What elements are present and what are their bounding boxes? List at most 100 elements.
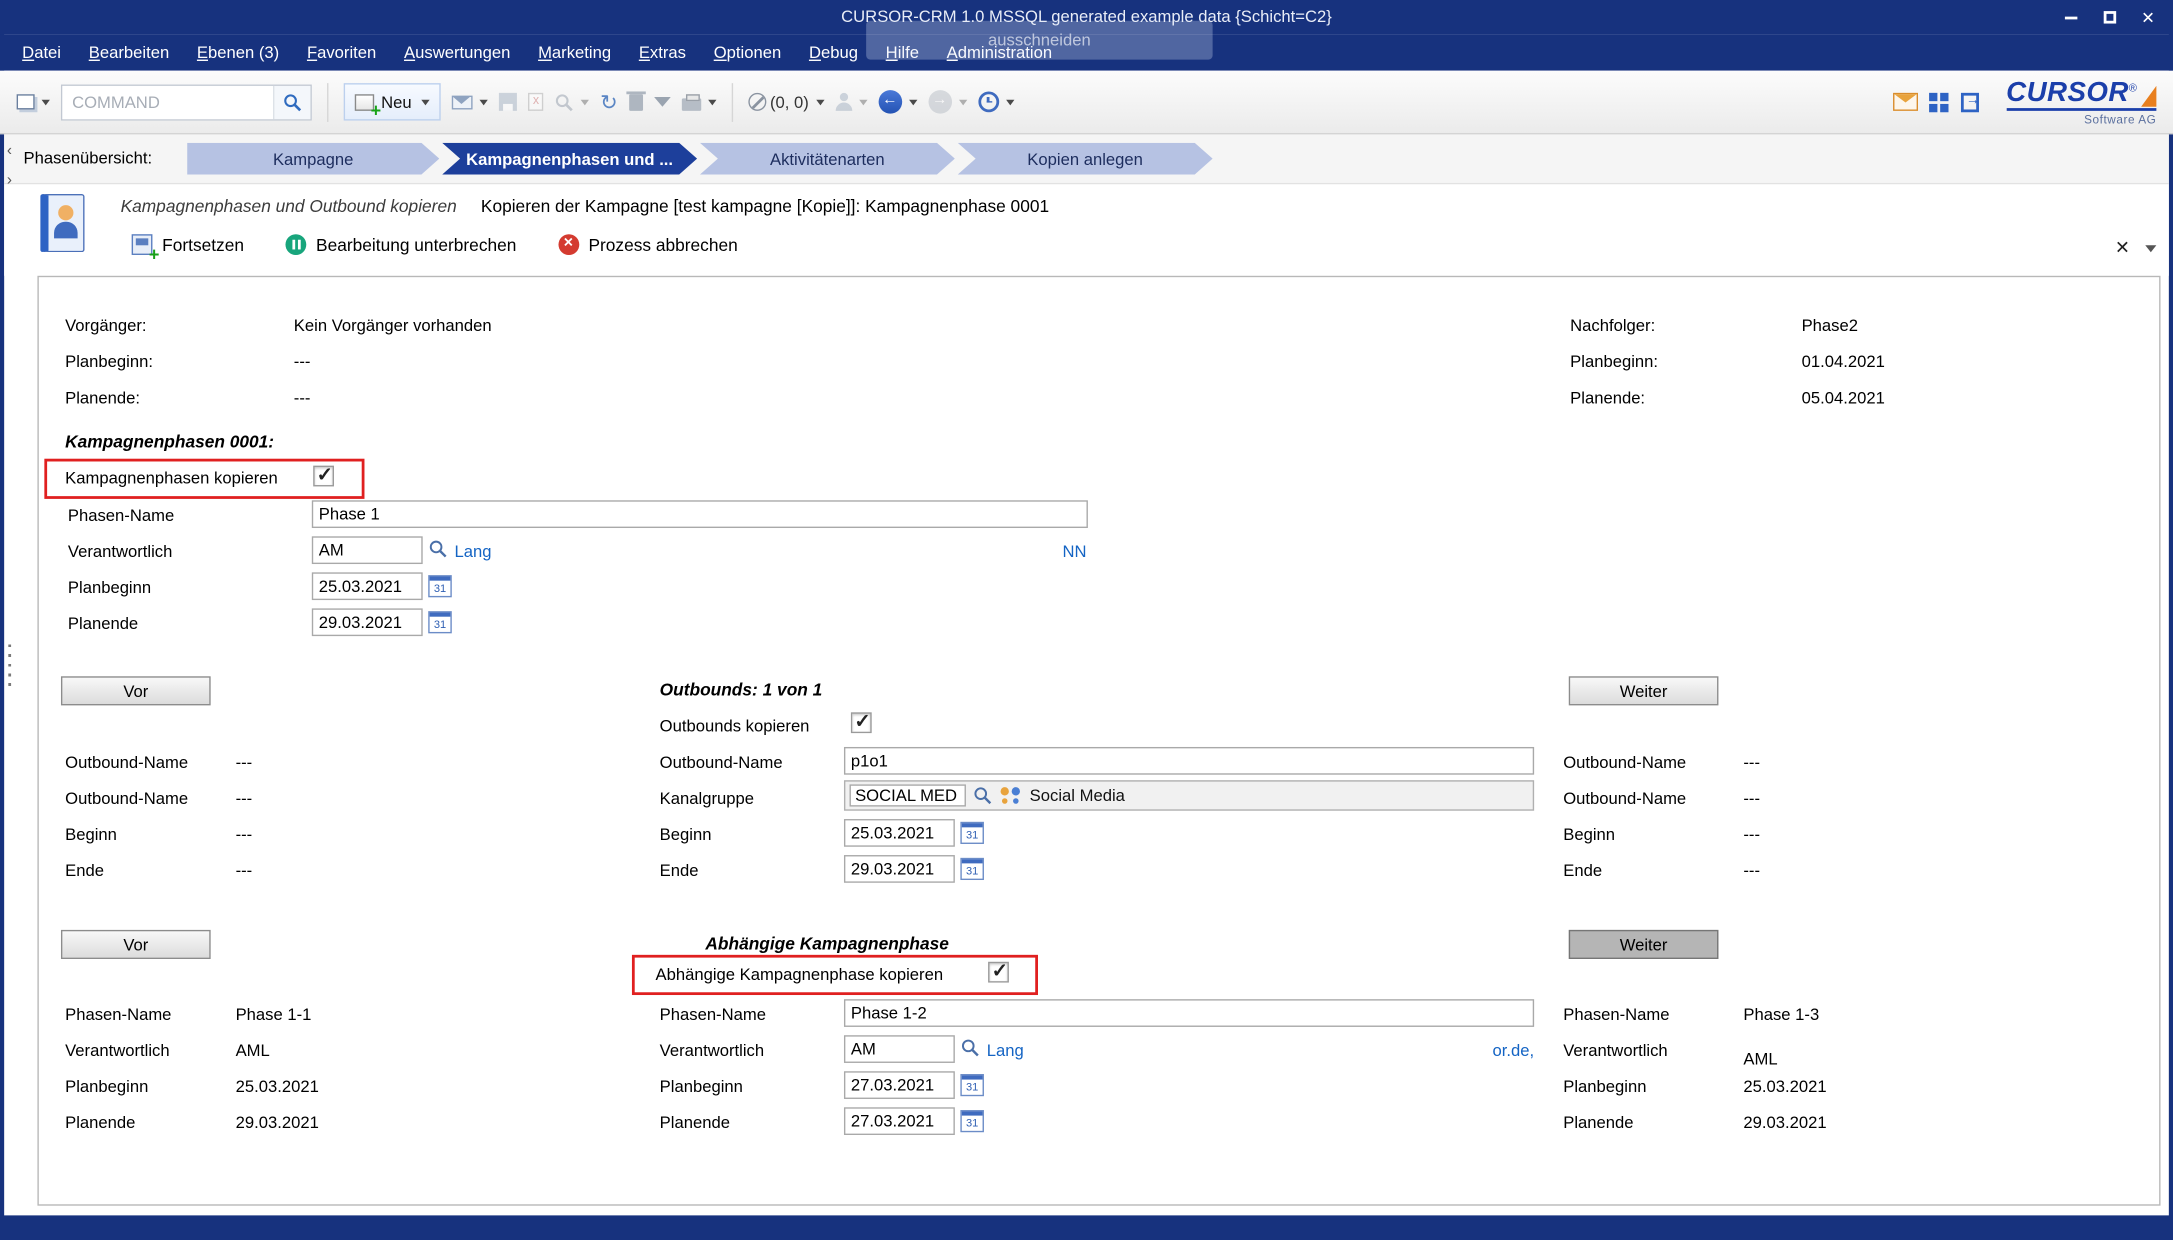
abbrechen-label: Prozess abbrechen <box>588 235 737 254</box>
neu-button[interactable]: Neu <box>344 83 441 120</box>
beginn-input[interactable] <box>844 819 955 847</box>
command-input[interactable] <box>62 85 273 118</box>
ende-input[interactable] <box>844 855 955 883</box>
weiter-button-dependent[interactable]: Weiter <box>1569 930 1719 959</box>
back-button[interactable] <box>878 90 917 114</box>
refresh-button[interactable] <box>600 89 617 114</box>
search-icon <box>554 92 573 111</box>
chevron-down-icon <box>958 99 966 105</box>
calendar-icon[interactable] <box>960 1110 984 1132</box>
vor-button-dependent[interactable]: Vor <box>61 930 211 959</box>
minimize-button[interactable] <box>2051 0 2090 35</box>
lookup-icon[interactable] <box>973 786 992 805</box>
fortsetzen-button[interactable]: Fortsetzen <box>132 234 244 255</box>
send-mail-button[interactable] <box>452 95 488 109</box>
user-actions-button <box>835 93 867 111</box>
planende-input[interactable] <box>844 1107 955 1135</box>
splitter-handle[interactable] <box>8 644 11 691</box>
outbounds-copy-checkbox[interactable] <box>851 712 872 733</box>
planbeginn-input[interactable] <box>844 1071 955 1099</box>
chevron-down-icon <box>480 99 488 105</box>
menu-administration[interactable]: Administration <box>947 43 1052 62</box>
vor-button-outbounds[interactable]: Vor <box>61 676 211 705</box>
titlebar: CURSOR-CRM 1.0 MSSQL generated example d… <box>0 0 2173 35</box>
chevron-down-icon <box>859 99 867 105</box>
dependent-copy-checkbox[interactable] <box>988 962 1009 983</box>
kanalgruppe-input[interactable] <box>850 784 966 806</box>
calendar-icon[interactable] <box>428 575 452 597</box>
abbrechen-button[interactable]: Prozess abbrechen <box>558 234 738 255</box>
command-search-button[interactable] <box>273 85 310 118</box>
phase-tab-aktivitaetenarten[interactable]: Aktivitätenarten <box>700 143 955 175</box>
menu-optionen[interactable]: Optionen <box>714 43 782 62</box>
close-process-button[interactable]: ✕ <box>2115 237 2130 259</box>
phase-tab-kampagnenphasen[interactable]: Kampagnenphasen und ... <box>442 143 697 175</box>
chevron-down-icon <box>1006 99 1014 105</box>
phase-tab-kopien-anlegen[interactable]: Kopien anlegen <box>958 143 1213 175</box>
maximize-button[interactable] <box>2090 0 2129 35</box>
outbound-name-input[interactable] <box>844 747 1534 775</box>
chevron-down-icon <box>581 99 589 105</box>
neu-label: Neu <box>381 92 412 111</box>
save-button <box>499 93 517 111</box>
logo-subtitle: Software AG <box>2084 113 2156 125</box>
fortsetzen-label: Fortsetzen <box>162 235 244 254</box>
menu-hilfe[interactable]: Hilfe <box>886 43 919 62</box>
phase-overview-label: Phasenübersicht: <box>24 148 153 167</box>
verantwortlich-input[interactable] <box>312 536 423 564</box>
delete-button[interactable] <box>629 94 643 111</box>
responsible-link-fragment[interactable]: NN <box>1062 542 1086 561</box>
lookup-icon[interactable] <box>428 539 447 558</box>
outbound-name-value: --- <box>1743 753 1760 772</box>
messages-button[interactable] <box>1893 93 1918 111</box>
menu-debug[interactable]: Debug <box>809 43 858 62</box>
planende-label: Planende <box>65 1113 135 1132</box>
vorgaenger-value: Kein Vorgänger vorhanden <box>294 316 492 335</box>
outbound-name-label: Outbound-Name <box>1563 789 1686 808</box>
collapse-left-icon[interactable]: ‹ <box>7 143 12 160</box>
calendar-icon[interactable] <box>960 1074 984 1096</box>
print-button[interactable] <box>681 94 716 111</box>
menu-extras[interactable]: Extras <box>639 43 686 62</box>
ende-label: Ende <box>65 861 104 880</box>
toolbar: Neu <box>0 71 2173 135</box>
apps-button[interactable] <box>1929 92 1950 111</box>
close-button[interactable]: ✕ <box>2129 0 2168 35</box>
planende-input[interactable] <box>312 608 423 636</box>
phasen-name-input[interactable] <box>844 999 1534 1027</box>
unterbrechen-button[interactable]: Bearbeitung unterbrechen <box>286 234 517 255</box>
calendar-icon[interactable] <box>960 858 984 880</box>
history-button[interactable] <box>978 91 1014 112</box>
beginn-value: --- <box>1743 825 1760 844</box>
phase-copy-checkbox[interactable] <box>313 466 334 487</box>
window-title: CURSOR-CRM 1.0 MSSQL generated example d… <box>0 7 2173 26</box>
outbound-name-value: --- <box>1743 789 1760 808</box>
responsible-link[interactable]: Lang <box>987 1041 1024 1060</box>
main-panel: Vorgänger: Kein Vorgänger vorhanden Plan… <box>37 276 2160 1206</box>
phasen-name-input[interactable] <box>312 500 1088 528</box>
menu-marketing[interactable]: Marketing <box>538 43 611 62</box>
phase-copy-label: Kampagnenphasen kopieren <box>65 468 278 487</box>
nachfolger-label: Nachfolger: <box>1570 316 1655 335</box>
filter-button[interactable] <box>654 97 671 107</box>
verantwortlich-input[interactable] <box>844 1035 955 1063</box>
chevron-down-icon[interactable] <box>2145 245 2156 252</box>
menu-bearbeiten[interactable]: Bearbeiten <box>89 43 169 62</box>
menu-datei[interactable]: Datei <box>22 43 61 62</box>
menu-auswertungen[interactable]: Auswertungen <box>404 43 510 62</box>
responsible-link-fragment[interactable]: or.de, <box>1493 1041 1535 1060</box>
beginn-label: Beginn <box>660 825 712 844</box>
planbeginn-input[interactable] <box>312 572 423 600</box>
logout-button[interactable] <box>1960 92 1978 111</box>
menu-ebenen[interactable]: Ebenen (3) <box>197 43 279 62</box>
menu-favoriten[interactable]: Favoriten <box>307 43 376 62</box>
calendar-icon[interactable] <box>960 822 984 844</box>
calendar-icon[interactable] <box>428 611 452 633</box>
inbox-icon <box>1893 93 1918 111</box>
lookup-icon[interactable] <box>960 1038 979 1057</box>
responsible-link[interactable]: Lang <box>455 542 492 561</box>
phase-tab-kampagne[interactable]: Kampagne <box>187 143 439 175</box>
weiter-button-outbounds[interactable]: Weiter <box>1569 676 1719 705</box>
verantwortlich-value: AML <box>236 1041 270 1060</box>
window-menu-button[interactable] <box>17 94 50 109</box>
